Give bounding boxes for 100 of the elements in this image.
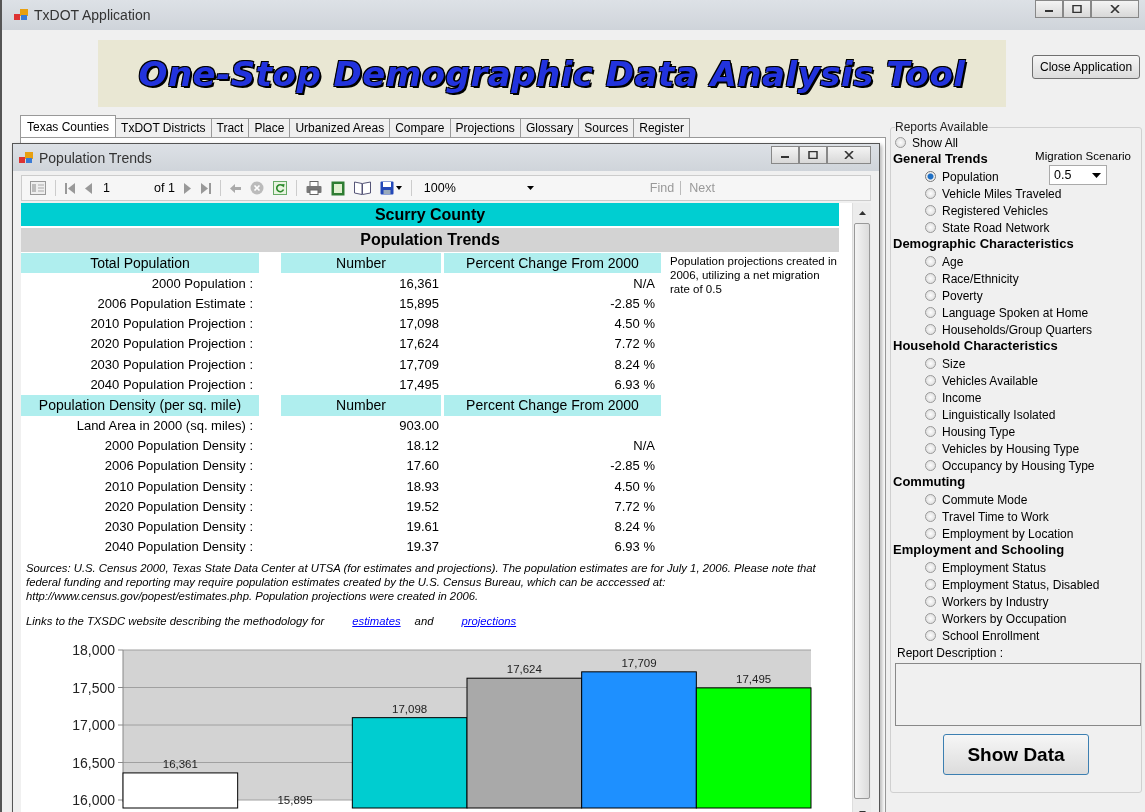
- save-dropdown[interactable]: [379, 181, 402, 195]
- radio-option[interactable]: Vehicle Miles Traveled: [895, 185, 1062, 202]
- table-cell-text: N/A: [632, 274, 656, 293]
- table-cell-text: 6.93 %: [613, 538, 656, 557]
- radio-option[interactable]: Households/Group Quarters: [895, 321, 1093, 338]
- row-label: 2020 Population Projection :: [89, 335, 254, 354]
- last-page-icon[interactable]: [200, 182, 211, 194]
- scrollbar[interactable]: [852, 203, 871, 812]
- links-conjunction: and: [414, 614, 434, 627]
- radio-option[interactable]: Vehicles by Housing Type: [895, 440, 1080, 457]
- radio-option[interactable]: School Enrollment: [895, 627, 1040, 644]
- tab[interactable]: Register: [633, 118, 690, 137]
- next-page-icon[interactable]: [183, 182, 192, 194]
- column-header: Number: [281, 253, 441, 274]
- first-page-icon[interactable]: [65, 182, 75, 194]
- close-button[interactable]: [827, 146, 871, 164]
- tab[interactable]: Compare: [389, 118, 451, 137]
- radio-option[interactable]: Registered Vehicles: [895, 202, 1049, 219]
- row-label: 2006 Population Estimate :: [96, 294, 254, 313]
- table-cell-text: 19.37: [405, 538, 440, 557]
- radio-option[interactable]: Employment Status, Disabled: [895, 576, 1100, 593]
- table-cell-text: 19.61: [405, 518, 440, 537]
- radio-option[interactable]: Employment by Location: [895, 525, 1074, 542]
- column-header: Total Population: [21, 253, 259, 274]
- table-cell-text: 15,895: [398, 294, 440, 313]
- radio-option[interactable]: Population: [895, 168, 999, 185]
- table-cell-text: 7.72 %: [613, 335, 656, 354]
- radio-option[interactable]: Employment Status: [895, 559, 1047, 576]
- app-icon: [19, 151, 33, 164]
- table-cell-text: 8.24 %: [613, 355, 656, 374]
- table-cell-text: N/A: [632, 437, 656, 456]
- refresh-icon[interactable]: [272, 181, 287, 195]
- row-label: 2040 Population Projection :: [89, 375, 254, 394]
- table-cell-text: 7.72 %: [613, 497, 656, 516]
- maximize-icon: [1072, 5, 1082, 13]
- axis-label: 18,000: [72, 641, 115, 658]
- show-data-button[interactable]: Show Data: [943, 734, 1089, 775]
- data-label: 17,709: [621, 656, 657, 669]
- radio-option[interactable]: Show All: [895, 134, 959, 151]
- row-label: 2040 Population Density :: [103, 538, 254, 557]
- radio-option[interactable]: Age: [895, 253, 964, 270]
- column-header: Percent Change From 2000: [444, 395, 661, 416]
- radio-option[interactable]: Race/Ethnicity: [895, 270, 1019, 287]
- radio-option[interactable]: State Road Network: [895, 219, 1050, 236]
- group-heading: Commuting: [893, 474, 966, 491]
- radio-option[interactable]: Workers by Occupation: [895, 610, 1067, 627]
- tab[interactable]: Projections: [449, 118, 521, 137]
- close-button[interactable]: [1091, 0, 1139, 18]
- page-layout-icon[interactable]: [330, 180, 345, 196]
- migration-dropdown[interactable]: 0.5: [1049, 165, 1108, 185]
- page-field[interactable]: 1: [101, 180, 145, 196]
- radio-option[interactable]: Vehicles Available: [895, 372, 1038, 389]
- table-cell-text: 18.12: [405, 437, 440, 456]
- radio-option[interactable]: Commute Mode: [895, 491, 1028, 508]
- scroll-thumb[interactable]: [854, 223, 870, 799]
- row-label: 2010 Population Projection :: [89, 315, 254, 334]
- table-cell-text: 4.50 %: [613, 315, 656, 334]
- row-label: 2030 Population Projection :: [89, 355, 254, 374]
- row-label: 2006 Population Density :: [103, 457, 254, 476]
- radio-option[interactable]: Workers by Industry: [895, 593, 1049, 610]
- app-icon: [14, 9, 28, 21]
- panel-title: Reports Available: [895, 120, 989, 134]
- group-heading: Employment and Schooling: [893, 542, 1065, 559]
- print-icon[interactable]: [305, 181, 322, 195]
- axis-label: 16,000: [72, 791, 115, 808]
- radio-option[interactable]: Occupancy by Housing Type: [895, 457, 1095, 474]
- maximize-button[interactable]: [1063, 0, 1091, 18]
- radio-option[interactable]: Size: [895, 355, 966, 372]
- tab[interactable]: Texas Counties: [20, 115, 117, 137]
- row-label: 2000 Population :: [150, 274, 254, 293]
- description-field[interactable]: [895, 663, 1141, 726]
- row-label: 2020 Population Density :: [103, 497, 254, 516]
- radio-option[interactable]: Income: [895, 389, 982, 406]
- minimize-button[interactable]: [771, 146, 799, 164]
- table-cell-text: 903.00: [398, 417, 440, 436]
- minimize-button[interactable]: [1035, 0, 1063, 18]
- links-text: Links to the TXSDC website describing the methodology for: [26, 614, 325, 627]
- caret-icon: [1092, 172, 1102, 178]
- estimates-link[interactable]: estimates: [352, 614, 401, 627]
- sources-text: Sources: U.S. Census 2000, Texas State Data Center at UTSA (for estimates and projections). The population estimates are for July 1, 2006. Please note that federal funding and reporting may require population estimates created by the U.S. Census Bureau, which can be acccessed at: http://www.census.gov/popest/estimates.php. Population projections were created in 2006.: [26, 560, 817, 603]
- radio-option[interactable]: Linguistically Isolated: [895, 406, 1056, 423]
- tab[interactable]: Glossary: [519, 118, 580, 137]
- page-setup-icon[interactable]: [353, 181, 371, 195]
- maximize-button[interactable]: [799, 146, 827, 164]
- radio-option[interactable]: Poverty: [895, 287, 983, 304]
- data-label: 17,624: [506, 663, 542, 675]
- previous-page-icon[interactable]: [84, 182, 92, 194]
- close-application-button[interactable]: Close Application: [1032, 55, 1141, 79]
- scroll-up-icon[interactable]: [858, 211, 866, 215]
- column-header: Population Density (per sq. mile): [21, 395, 259, 416]
- projections-link[interactable]: projections: [461, 614, 517, 627]
- radio-option[interactable]: Housing Type: [895, 423, 1016, 440]
- row-label: 2010 Population Density :: [103, 477, 254, 496]
- table-cell-text: 4.50 %: [613, 477, 656, 496]
- radio-option[interactable]: Language Spoken at Home: [895, 304, 1089, 321]
- radio-option[interactable]: Travel Time to Work: [895, 508, 1049, 525]
- window-title: Population Trends: [39, 149, 152, 166]
- document-map-icon[interactable]: [30, 181, 46, 195]
- page-count: of 1: [154, 181, 175, 195]
- zoom-dropdown[interactable]: 100%: [420, 181, 542, 195]
